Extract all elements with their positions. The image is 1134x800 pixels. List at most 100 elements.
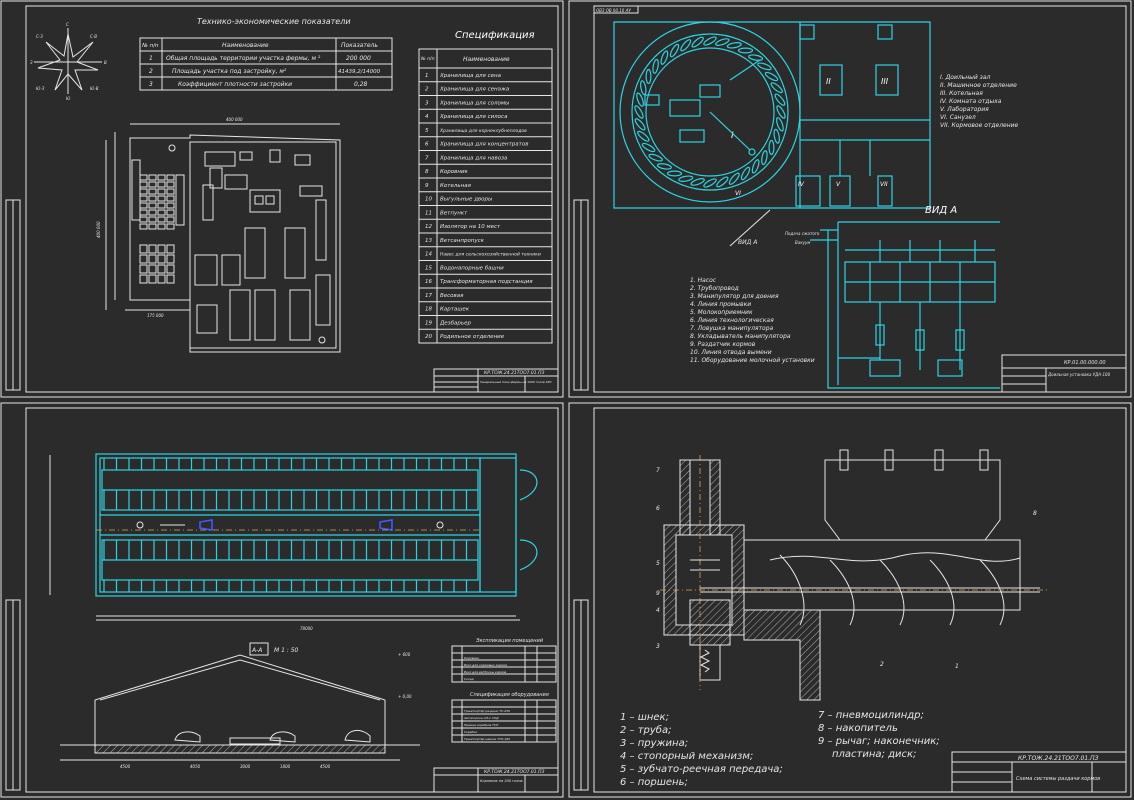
- bottom-dim: 4500: [320, 764, 331, 769]
- tep-table: № п/п Наименование Показатель 1 Общая пл…: [139, 37, 393, 91]
- equipment-table: Спецификация оборудования Транспортёр ра…: [451, 692, 557, 743]
- spec-header-name: Наименование: [463, 56, 510, 63]
- spec-row-name: Хранилища для корнеклубнеплодов: [439, 128, 527, 134]
- legend-item: 6 – поршень;: [620, 777, 688, 788]
- spec-row-name: Хранилища для силоса: [439, 114, 508, 120]
- room-label: II: [826, 77, 831, 86]
- spec-row-name: Ветсанпропуск: [440, 238, 485, 244]
- callout: 1: [955, 663, 959, 670]
- tep-row-name: Площадь участка под застройку, м²: [172, 68, 287, 75]
- legend-item: 3 – пружина;: [620, 738, 688, 749]
- svg-text:В: В: [104, 60, 107, 65]
- room-legend-item: VII. Кормовое отделение: [940, 122, 1019, 129]
- spec-row-name: Дезбарьер: [439, 320, 471, 326]
- corner-code: ОВЗ ОВ 00.10 АУ: [596, 8, 631, 13]
- callout: 8: [1033, 510, 1037, 517]
- table1-row: Склад: [464, 677, 474, 681]
- tep-row-name: Коэффициент плотности застройки: [178, 81, 292, 88]
- svg-text:Ю-З: Ю-З: [36, 86, 45, 91]
- legend-item: пластина; диск;: [832, 749, 916, 760]
- tep-header-num: № п/п: [141, 43, 159, 49]
- tep-row-num: 3: [149, 81, 153, 88]
- dim-top: 400 000: [226, 117, 243, 122]
- tep-header-name: Наименование: [222, 42, 269, 49]
- stamp4-name: Схема системы раздачи кормов: [1016, 776, 1100, 782]
- spec-row-num: 11: [425, 210, 432, 216]
- stamp-sheet4: КР.ТОЖ.24.21ТОО7.01.ПЗ Схема системы раз…: [951, 751, 1127, 793]
- legend-item: 2. Трубопровод: [690, 285, 739, 292]
- room-legend-item: III. Котельная: [940, 90, 983, 97]
- overall-dim: 78000: [300, 626, 313, 631]
- view-a-equipment: [810, 221, 1000, 389]
- spec-row-name: Ветпункт: [440, 210, 468, 216]
- table1-row: Бокс для ветбоксы кормов: [464, 670, 507, 674]
- spec-row-num: 10: [425, 197, 432, 203]
- bottom-dim: 1800: [280, 764, 291, 769]
- table2-row: Транспортёр навоза ТСН-160: [464, 737, 510, 741]
- spec-row-name: Изолятор на 10 мест: [440, 224, 501, 230]
- spec-row-num: 7: [425, 155, 429, 161]
- section-label: А-А: [251, 647, 262, 654]
- room-legend-item: II. Машинное отделение: [940, 82, 1017, 89]
- room-legend-item: VI. Санузел: [940, 114, 976, 121]
- legend-item: 2 – труба;: [620, 724, 671, 736]
- spec-title: Спецификация: [455, 30, 535, 41]
- tep-row-name: Общая площадь территории участка фермы, …: [166, 55, 321, 62]
- spec-row-name: Карташек: [440, 307, 470, 313]
- stamp1-name: Генеральный план фермы на 1000 голов КРС: [480, 380, 553, 384]
- bottom-dim: 4050: [190, 764, 201, 769]
- sheet-cowshed: 78000 А-А М 1 : 50 + 600 + 0,00 4500 405…: [0, 402, 564, 798]
- table1-row: Бокс для кормовых кормов: [464, 663, 507, 667]
- equipment-legend: 1. Насос 2. Трубопровод 3. Манипулятор д…: [690, 277, 815, 364]
- dim-bottom: 175 000: [147, 313, 164, 318]
- legend-item: 11. Оборудование молочной установки: [690, 357, 815, 364]
- spec-row-num: 13: [425, 238, 432, 244]
- cowshed-section: [60, 654, 420, 761]
- tep-row-value: 0,28: [354, 81, 368, 88]
- stamp1-code: КР.ТОЖ.24.21ТОО7.01.ПЗ: [484, 370, 544, 376]
- tep-header-value: Показатель: [341, 42, 378, 49]
- callout: 2: [880, 661, 884, 668]
- svg-text:Ю: Ю: [66, 96, 71, 101]
- spec-row-num: 18: [425, 307, 432, 313]
- legend-item: 1 – шнек;: [620, 712, 669, 723]
- legend-item: 9. Раздатчик кормов: [690, 341, 756, 348]
- callout: 6: [656, 505, 660, 512]
- table2-row: Транспортёр раздачи ТС-250: [464, 709, 510, 713]
- callout: 4: [656, 607, 660, 614]
- callout: 9: [656, 590, 660, 597]
- room-legend-item: IV. Комната отдыха: [940, 98, 1002, 105]
- legend-item: 4 – стопорный механизм;: [620, 751, 753, 762]
- legend-item: 7. Ловушка манипулятора: [690, 325, 774, 332]
- spec-row-num: 9: [425, 183, 429, 189]
- stamp4-code: КР.ТОЖ.24.21ТОО7.01.ПЗ: [1018, 755, 1099, 762]
- feeding-legend: 1 – шнек; 2 – труба; 3 – пружина; 4 – ст…: [620, 710, 940, 788]
- rotary-carousel: [619, 21, 801, 203]
- spec-row-name: Коровник: [440, 169, 469, 175]
- room-legend-item: V. Лаборатория: [940, 106, 989, 113]
- spec-row-num: 17: [425, 293, 432, 299]
- legend-item: 8. Укладыватель манипулятора: [690, 333, 791, 340]
- spec-row-num: 12: [425, 224, 432, 230]
- level-top: + 600: [398, 652, 411, 657]
- room-legend: I. Доильный зал II. Машинное отделение I…: [940, 74, 1019, 129]
- spec-row-num: 14: [425, 252, 432, 258]
- table2-title: Спецификация оборудования: [470, 692, 549, 698]
- legend-item: 4. Линия промывки: [690, 301, 751, 308]
- stamp-sheet2: КР.01.00.000.00 Доильная установка УДА-1…: [1001, 354, 1127, 393]
- callout: 7: [656, 467, 660, 474]
- wind-rose-icon: С З В Ю С-З С-В Ю-З Ю-В: [30, 22, 107, 101]
- sheet-milking-parlour: ОВЗ ОВ 00.10 АУ II III I IV V VI VII I. …: [568, 0, 1132, 398]
- spec-row-name: Трансформаторная подстанция: [440, 279, 533, 285]
- spec-row-name: Хранилища для навоза: [439, 155, 508, 161]
- room-legend-item: I. Доильный зал: [940, 74, 991, 81]
- room-label: VII: [880, 181, 888, 188]
- callout: 5: [656, 560, 660, 567]
- sheet-feeding-system: 7 6 5 9 4 3 8 1 2 1 – шнек; 2 – труба; 3…: [568, 402, 1132, 798]
- table2-row: Скребки: [464, 730, 477, 734]
- stamp3-name: Коровник на 200 голов: [480, 779, 523, 783]
- site-plan: 400 000 400 000 175 000: [96, 117, 341, 353]
- spec-row-name: Выгульные дворы: [440, 197, 493, 203]
- auger-mechanism: [660, 449, 1050, 701]
- tep-title: Технико-экономические показатели: [197, 17, 351, 26]
